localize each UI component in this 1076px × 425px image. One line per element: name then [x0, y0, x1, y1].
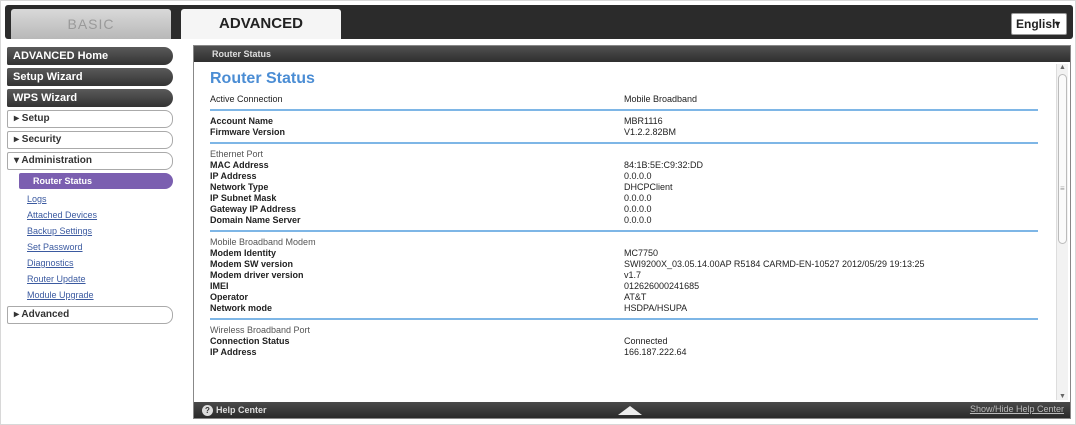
- info-row: MAC Address 84:1B:5E:C9:32:DD: [204, 160, 1044, 171]
- info-row: Network Type DHCPClient: [204, 182, 1044, 193]
- info-value: 84:1B:5E:C9:32:DD: [624, 160, 704, 170]
- info-row: Firmware Version V1.2.2.82BM: [204, 127, 1044, 138]
- info-label: IP Address: [210, 347, 257, 357]
- info-value: 166.187.222.64: [624, 347, 687, 357]
- divider: [210, 142, 1038, 144]
- info-value: DHCPClient: [624, 182, 673, 192]
- info-value: v1.7: [624, 270, 642, 280]
- section-title: Ethernet Port: [210, 149, 264, 159]
- info-label: IP Subnet Mask: [210, 193, 277, 203]
- info-value: V1.2.2.82BM: [624, 127, 677, 137]
- info-row: Connection Status Connected: [204, 336, 1044, 347]
- sidebar-item-module-upgrade[interactable]: Module Upgrade: [7, 288, 173, 302]
- info-value: 0.0.0.0: [624, 204, 652, 214]
- section-title: Mobile Broadband Modem: [210, 237, 316, 247]
- section-title: Wireless Broadband Port: [210, 325, 311, 335]
- active-connection-label: Active Connection: [210, 94, 283, 104]
- info-row: IP Address 166.187.222.64: [204, 347, 1044, 358]
- help-footer: ? Help Center Show/Hide Help Center: [194, 402, 1070, 418]
- sidebar-item-attached-devices[interactable]: Attached Devices: [7, 208, 173, 222]
- help-center-label: Help Center: [216, 405, 267, 415]
- info-row: Operator AT&T: [204, 292, 1044, 303]
- info-label: Network mode: [210, 303, 273, 313]
- info-row: IP Subnet Mask 0.0.0.0: [204, 193, 1044, 204]
- sidebar-section-administration[interactable]: ▾ Administration: [7, 152, 173, 170]
- info-value: 0.0.0.0: [624, 193, 652, 203]
- scroll-up-icon[interactable]: ▲: [1059, 64, 1066, 71]
- sidebar-item-router-status[interactable]: Router Status: [19, 173, 173, 189]
- sidebar-section-advanced[interactable]: ▸ Advanced: [7, 306, 173, 324]
- info-row: Network mode HSDPA/HSUPA: [204, 303, 1044, 314]
- info-label: Modem SW version: [210, 259, 294, 269]
- expand-help-icon[interactable]: [618, 406, 642, 415]
- active-connection-row: Active Connection Mobile Broadband: [204, 94, 1044, 105]
- info-row: Gateway IP Address 0.0.0.0: [204, 204, 1044, 215]
- info-row: Modem SW version SWI9200X_03.05.14.00AP …: [204, 259, 1044, 270]
- info-label: IP Address: [210, 171, 257, 181]
- info-label: Connection Status: [210, 336, 290, 346]
- active-connection-value: Mobile Broadband: [624, 94, 698, 104]
- show-hide-help-link[interactable]: Show/Hide Help Center: [970, 404, 1064, 414]
- sidebar: ADVANCED Home Setup Wizard WPS Wizard ▸ …: [7, 47, 173, 407]
- divider: [210, 230, 1038, 232]
- help-center-button[interactable]: ? Help Center: [202, 404, 267, 416]
- scroll-down-icon[interactable]: ▼: [1059, 393, 1066, 400]
- router-admin-window: BASIC ADVANCED English ▼ ADVANCED Home S…: [0, 0, 1076, 425]
- info-value: 012626000241685: [624, 281, 700, 291]
- sidebar-item-backup-settings[interactable]: Backup Settings: [7, 224, 173, 238]
- sidebar-item-set-password[interactable]: Set Password: [7, 240, 173, 254]
- info-label: Firmware Version: [210, 127, 286, 137]
- sidebar-section-security[interactable]: ▸ Security: [7, 131, 173, 149]
- info-value: HSDPA/HSUPA: [624, 303, 688, 313]
- panel-header: Router Status: [194, 46, 1070, 62]
- tab-advanced[interactable]: ADVANCED: [181, 9, 341, 39]
- info-row: Modem driver version v1.7: [204, 270, 1044, 281]
- info-value: 0.0.0.0: [624, 171, 652, 181]
- vertical-scrollbar[interactable]: ▲ ≡ ▼: [1056, 64, 1068, 400]
- info-value: MBR1116: [624, 116, 663, 126]
- divider: [210, 109, 1038, 111]
- info-label: Modem driver version: [210, 270, 304, 280]
- info-label: Modem Identity: [210, 248, 277, 258]
- help-icon: ?: [202, 405, 213, 416]
- sidebar-setup-wizard[interactable]: Setup Wizard: [7, 68, 173, 86]
- chevron-down-icon: ▼: [1053, 19, 1062, 29]
- sidebar-item-router-update[interactable]: Router Update: [7, 272, 173, 286]
- language-select[interactable]: English ▼: [1011, 13, 1067, 35]
- info-label: Operator: [210, 292, 249, 302]
- sidebar-advanced-home[interactable]: ADVANCED Home: [7, 47, 173, 65]
- grip-icon: ≡: [1060, 184, 1065, 193]
- divider: [210, 318, 1038, 320]
- top-tab-bar: BASIC ADVANCED English ▼: [5, 5, 1073, 39]
- info-label: Domain Name Server: [210, 215, 301, 225]
- info-value: MC7750: [624, 248, 659, 258]
- router-status-content: Router Status Active Connection Mobile B…: [204, 66, 1044, 402]
- info-label: Account Name: [210, 116, 274, 126]
- info-row: Account Name MBR1116: [204, 116, 1044, 127]
- info-label: Network Type: [210, 182, 269, 192]
- sidebar-wps-wizard[interactable]: WPS Wizard: [7, 89, 173, 107]
- section-title-wireless: Wireless Broadband Port: [204, 325, 1044, 336]
- info-row: IP Address 0.0.0.0: [204, 171, 1044, 182]
- sidebar-item-logs[interactable]: Logs: [7, 192, 173, 206]
- section-title-modem: Mobile Broadband Modem: [204, 237, 1044, 248]
- info-value: 0.0.0.0: [624, 215, 652, 225]
- info-label: MAC Address: [210, 160, 269, 170]
- main-panel: Router Status Router Status Active Conne…: [193, 45, 1071, 419]
- info-label: Gateway IP Address: [210, 204, 297, 214]
- info-row: Modem Identity MC7750: [204, 248, 1044, 259]
- info-value: SWI9200X_03.05.14.00AP R5184 CARMD-EN-10…: [624, 259, 925, 269]
- info-value: Connected: [624, 336, 668, 346]
- scroll-thumb[interactable]: [1058, 74, 1067, 244]
- section-title-ethernet: Ethernet Port: [204, 149, 1044, 160]
- info-row: Domain Name Server 0.0.0.0: [204, 215, 1044, 226]
- page-title: Router Status: [210, 70, 315, 87]
- sidebar-item-diagnostics[interactable]: Diagnostics: [7, 256, 173, 270]
- sidebar-section-setup[interactable]: ▸ Setup: [7, 110, 173, 128]
- info-value: AT&T: [624, 292, 647, 302]
- info-row: IMEI 012626000241685: [204, 281, 1044, 292]
- info-label: IMEI: [210, 281, 229, 291]
- tab-basic[interactable]: BASIC: [11, 9, 171, 39]
